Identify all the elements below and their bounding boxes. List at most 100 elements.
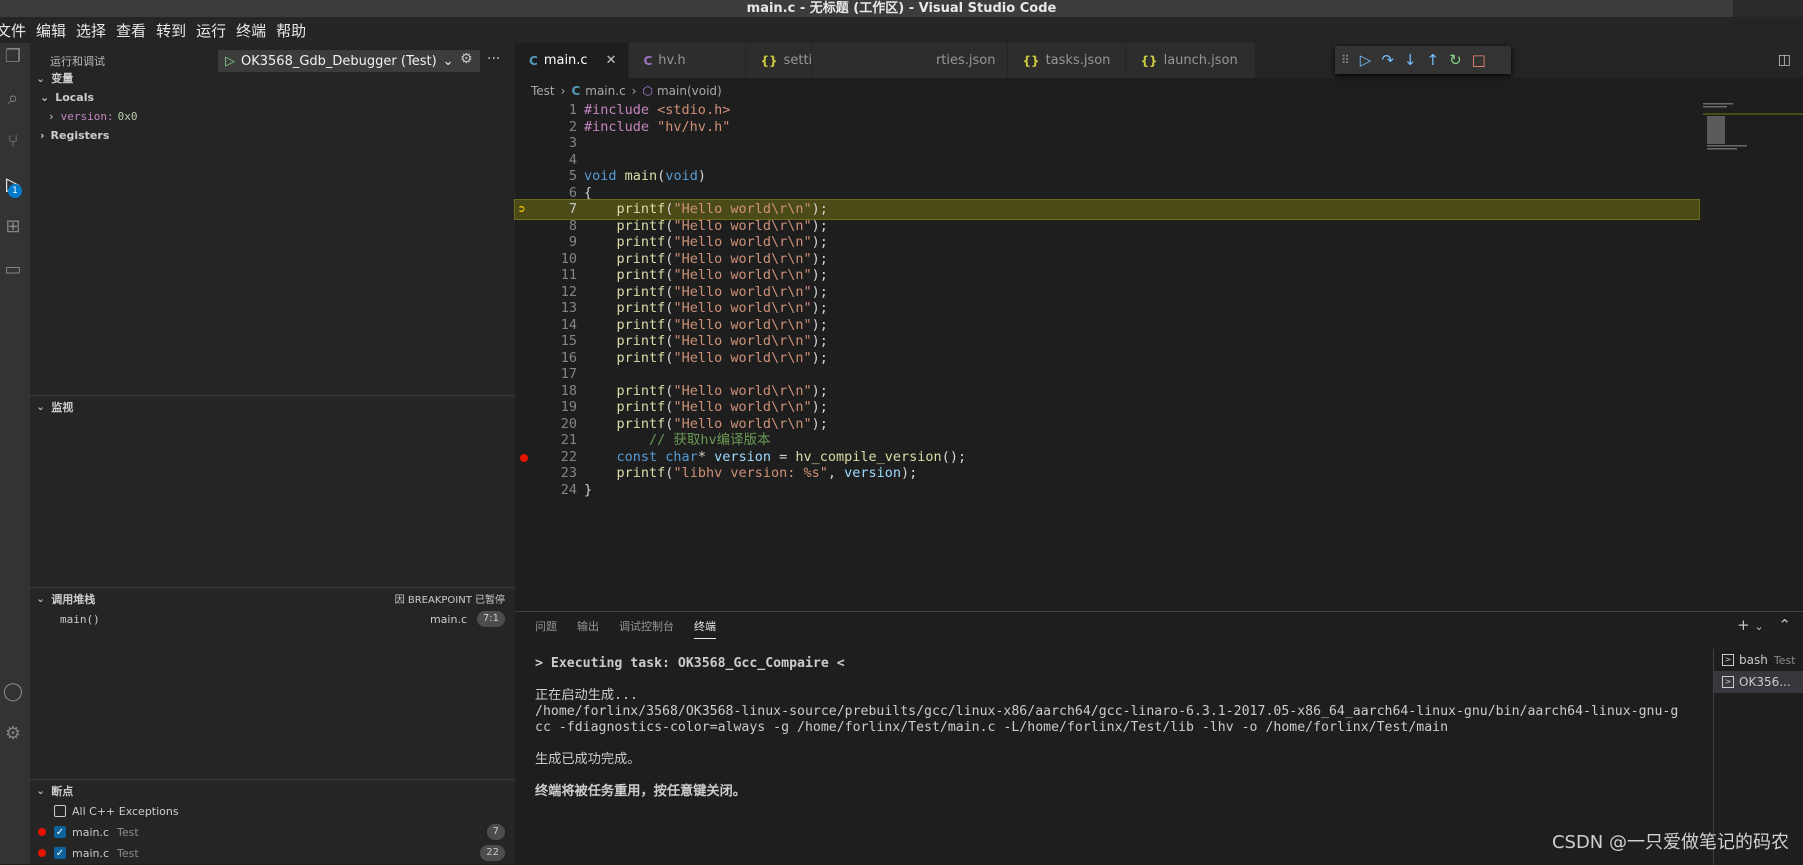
breakpoint-item[interactable]: ✓ main.c Test 22 [30,843,515,863]
editor-tabs: C main.c ✕ C hv.h {} setti rties.json {}… [515,43,1803,78]
window-controls[interactable] [1733,0,1803,17]
breakpoint-item[interactable]: ✓ main.c Test 7 [30,822,515,842]
stack-frame[interactable]: main() main.c 7:1 [30,609,515,629]
terminal-line: 终端将被任务重用，按任意键关闭。 [535,784,1745,800]
code-text: } [584,481,592,500]
plus-icon[interactable]: + [1737,616,1750,634]
breakpoint-dot-icon [38,849,46,857]
menu-view[interactable]: 查看 [116,20,146,41]
breadcrumb-symbol[interactable]: main(void) [657,84,722,98]
menu-help[interactable]: 帮助 [276,20,306,41]
terminal-icon: > [1722,676,1734,688]
source-control-icon[interactable]: ⑂ [2,131,24,153]
restart-icon[interactable]: ↻ [1449,51,1462,69]
explorer-icon[interactable]: ❐ [2,46,24,68]
json-file-icon: {} [1140,54,1157,68]
bottom-panel: 问题 输出 调试控制台 终端 + ⌄ ⌃ > Executing task: O… [515,611,1803,864]
gear-icon[interactable]: ⚙ [460,51,473,67]
menu-run[interactable]: 运行 [196,20,226,41]
window-title: main.c - 无标题 (工作区) - Visual Studio Code [747,1,1057,16]
minimap[interactable] [1699,101,1803,161]
breakpoint-checkbox[interactable]: ✓ [54,826,66,838]
tab-output[interactable]: 输出 [577,618,599,639]
chevron-down-icon[interactable]: ⌄ [1754,620,1763,633]
frame-file: main.c [430,613,467,626]
more-icon[interactable]: ··· [487,51,500,67]
c-file-icon: C [643,54,652,68]
menu-file[interactable]: 文件 [0,20,26,41]
chevron-down-icon: ⌄ [36,592,45,605]
current-line-arrow-icon[interactable]: ➲ [518,202,530,216]
close-icon[interactable]: ✕ [606,53,617,68]
variables-header[interactable]: ⌄ 变量 [30,67,515,89]
callstack-status: 因 BREAKPOINT 已暂停 [395,591,505,606]
menu-selection[interactable]: 选择 [76,20,106,41]
extensions-icon[interactable]: ⊞ [2,216,24,238]
chevron-up-icon[interactable]: ⌃ [1778,616,1791,634]
terminal-line: /home/forlinx/3568/OK3568-linux-source/p… [535,704,1745,720]
registers-scope[interactable]: › Registers [40,125,109,145]
tab-hv-h[interactable]: C hv.h [629,43,746,78]
step-over-icon[interactable]: ↷ [1381,51,1394,69]
chevron-down-icon: ⌄ [36,784,45,797]
tab-debug-console[interactable]: 调试控制台 [619,618,674,639]
menu-terminal[interactable]: 终端 [236,20,266,41]
line-number: 24 [543,481,577,500]
exceptions-checkbox[interactable] [54,805,66,817]
panel-tabs: 问题 输出 调试控制台 终端 [535,618,736,639]
json-file-icon: {} [1022,54,1039,68]
terminal-line: 正在启动生成... [535,688,1745,704]
breadcrumb-file[interactable]: main.c [585,84,625,98]
terminal-line: cc -fdiagnostics-color=always -g /home/f… [535,720,1745,736]
debug-toolbar: ⠿ ▷ ↷ ↓ ↑ ↻ □ [1335,46,1511,74]
menu-edit[interactable]: 编辑 [36,20,66,41]
chevron-down-icon: ⌄ [36,400,45,413]
drag-handle-icon[interactable]: ⠿ [1341,53,1350,67]
stop-icon[interactable]: □ [1472,51,1486,69]
breakpoint-checkbox[interactable]: ✓ [54,847,66,859]
tab-tasks[interactable]: {} tasks.json [1008,43,1126,78]
tab-terminal[interactable]: 终端 [694,618,716,639]
breadcrumb-folder[interactable]: Test [531,84,555,98]
title-bar: main.c - 无标题 (工作区) - Visual Studio Code [0,0,1803,17]
search-icon[interactable]: ⌕ [2,88,24,110]
debug-badge: 1 [8,184,22,198]
json-file-icon: {} [760,54,777,68]
tab-launch[interactable]: {} launch.json [1126,43,1256,78]
exceptions-breakpoint[interactable]: All C++ Exceptions [54,801,179,821]
breakpoints-header[interactable]: ⌄ 断点 [30,779,515,801]
terminal-item[interactable]: > bash Test [1714,649,1803,671]
editor-area: C main.c ✕ C hv.h {} setti rties.json {}… [515,43,1803,611]
tab-settings[interactable]: {} setti [746,43,812,78]
c-file-icon: C [571,84,580,98]
frame-position: 7:1 [477,611,505,627]
split-editor-icon[interactable]: ◫ [1778,52,1791,68]
terminal-line: 生成已成功完成。 [535,752,1745,768]
watermark: CSDN @一只爱做笔记的码农 [1552,828,1789,854]
account-icon[interactable]: ◯ [2,681,24,703]
menu-bar: 文件 编辑 选择 查看 转到 运行 终端 帮助 [0,17,1803,43]
step-into-icon[interactable]: ↓ [1404,51,1417,69]
menu-go[interactable]: 转到 [156,20,186,41]
chevron-right-icon: › [632,84,637,98]
continue-icon[interactable]: ▷ [1360,51,1372,69]
callstack-header[interactable]: ⌄ 调用堆栈 因 BREAKPOINT 已暂停 [30,587,515,609]
terminal-item[interactable]: > OK356... [1714,671,1803,693]
tab-properties[interactable]: rties.json [812,43,1008,78]
settings-gear-icon[interactable]: ⚙ [2,723,24,745]
remote-explorer-icon[interactable]: ▭ [2,259,24,281]
variable-version[interactable]: › version: 0x0 [48,106,137,126]
tab-main-c[interactable]: C main.c ✕ [515,43,629,78]
debug-sidebar: 运行和调试 ▷ OK3568_Gdb_Debugger (Test) ⌄ ⚙ ·… [30,43,515,864]
c-file-icon: C [529,54,538,68]
watch-header[interactable]: ⌄ 监视 [30,395,515,417]
code-line[interactable]: 24} [515,481,1699,500]
locals-scope[interactable]: ⌄ Locals [40,87,94,107]
terminal-output[interactable]: > Executing task: OK3568_Gcc_Compaire < … [535,656,1745,800]
breakpoint-dot-icon[interactable] [520,454,528,462]
step-out-icon[interactable]: ↑ [1427,51,1440,69]
chevron-down-icon: ⌄ [36,72,45,85]
tab-problems[interactable]: 问题 [535,618,557,639]
chevron-right-icon: › [48,110,55,123]
breakpoint-dot-icon [38,828,46,836]
